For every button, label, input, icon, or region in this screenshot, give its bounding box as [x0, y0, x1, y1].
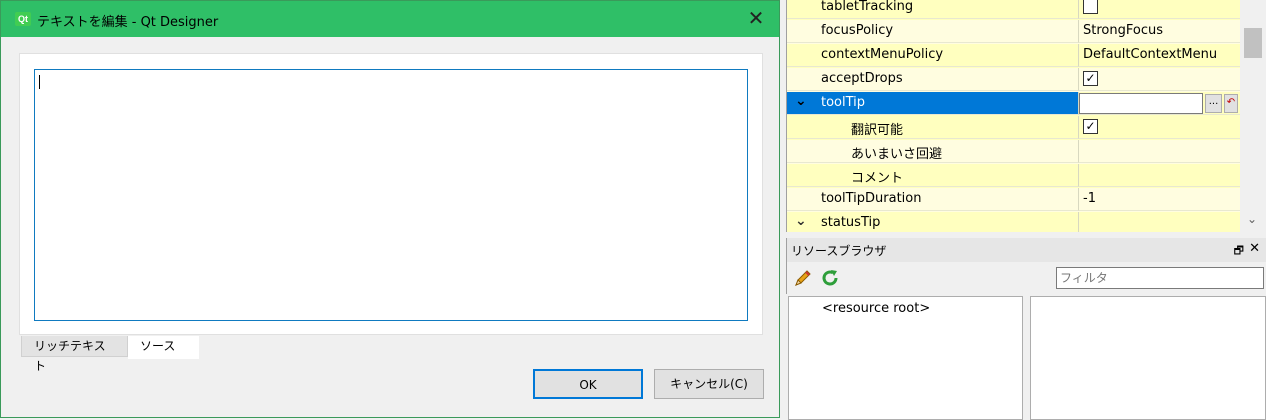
property-value: DefaultContextMenu [1083, 47, 1218, 62]
property-name-cell: コメント [787, 164, 1079, 187]
resource-browser-title: リソースブラウザ [791, 244, 887, 258]
property-value-cell: ✓ [1079, 68, 1241, 91]
text-editor[interactable] [34, 69, 748, 321]
property-name: toolTipDuration [821, 191, 922, 206]
edit-text-dialog: Qt テキストを編集 - Qt Designer ✕ リッチテキスト ソース O… [0, 0, 780, 418]
property-name-cell: ⌄ toolTip [787, 92, 1079, 115]
property-name: statusTip [821, 215, 881, 230]
property-name-cell: toolTipDuration [787, 188, 1079, 211]
property-name: focusPolicy [821, 23, 894, 38]
property-name: コメント [851, 171, 904, 186]
tab-rich-text[interactable]: リッチテキスト [21, 336, 128, 373]
resource-tree[interactable]: <resource root> [788, 296, 1023, 420]
tooltip-input[interactable] [1079, 93, 1203, 114]
property-value: StrongFocus [1083, 23, 1163, 38]
property-value-cell[interactable] [1079, 164, 1241, 187]
property-row-disambiguation[interactable]: あいまいさ回避 [787, 140, 1241, 164]
float-icon[interactable]: 🗗 [1234, 242, 1244, 261]
property-value-cell[interactable] [1079, 140, 1241, 163]
chevron-down-icon[interactable]: ⌄ [795, 93, 807, 109]
resource-file-list[interactable] [1030, 296, 1266, 420]
property-row-acceptdrops[interactable]: acceptDrops ✓ [787, 68, 1241, 92]
property-value-cell[interactable]: DefaultContextMenu [1079, 44, 1241, 67]
dialog-title: テキストを編集 - Qt Designer [37, 15, 219, 30]
ok-button[interactable]: OK [533, 369, 643, 399]
property-value-cell: ✓ [1079, 116, 1241, 139]
property-row-tablettracking[interactable]: tabletTracking [787, 0, 1241, 20]
resource-root-item[interactable]: <resource root> [822, 301, 930, 316]
property-value-cell [1079, 0, 1241, 19]
property-name-cell: focusPolicy [787, 20, 1079, 43]
property-name: toolTip [821, 95, 866, 110]
tablettracking-checkbox[interactable] [1083, 0, 1098, 14]
reload-icon[interactable] [820, 268, 840, 288]
filter-input[interactable] [1056, 267, 1264, 289]
property-name-cell: contextMenuPolicy [787, 44, 1079, 67]
property-row-comment[interactable]: コメント [787, 164, 1241, 188]
property-value-cell[interactable] [1079, 212, 1241, 232]
acceptdrops-checkbox[interactable]: ✓ [1083, 71, 1098, 86]
close-icon[interactable]: ✕ [1249, 241, 1260, 256]
property-value: -1 [1083, 191, 1096, 206]
dialog-titlebar[interactable]: Qt テキストを編集 - Qt Designer ✕ [1, 1, 779, 37]
property-row-translatable[interactable]: 翻訳可能 ✓ [787, 116, 1241, 140]
close-icon[interactable]: ✕ [733, 1, 779, 37]
property-row-focuspolicy[interactable]: focusPolicy StrongFocus [787, 20, 1241, 44]
property-name: 翻訳可能 [851, 123, 904, 138]
chevron-down-icon[interactable]: ⌄ [795, 213, 807, 229]
qt-designer-icon: Qt [15, 12, 31, 26]
property-name: acceptDrops [821, 71, 903, 86]
property-scrollbar[interactable]: ⌄ [1240, 0, 1266, 232]
property-name-cell: acceptDrops [787, 68, 1079, 91]
scroll-down-icon[interactable]: ⌄ [1247, 212, 1257, 226]
translatable-checkbox[interactable]: ✓ [1083, 119, 1098, 134]
property-value-cell[interactable]: StrongFocus [1079, 20, 1241, 43]
property-editor: tabletTracking focusPolicy StrongFocus c… [786, 0, 1266, 232]
text-caret [39, 75, 40, 89]
property-row-tooltip[interactable]: ⌄ toolTip ... ↶ [787, 92, 1241, 116]
property-name: contextMenuPolicy [821, 47, 944, 62]
property-value-cell[interactable]: -1 [1079, 188, 1241, 211]
property-row-contextmenupolicy[interactable]: contextMenuPolicy DefaultContextMenu [787, 44, 1241, 68]
resource-browser-toolbar [786, 262, 1266, 294]
cancel-button[interactable]: キャンセル(C) [654, 369, 764, 399]
property-row-statustip[interactable]: ⌄ statusTip [787, 212, 1241, 232]
property-name-cell: tabletTracking [787, 0, 1079, 19]
more-button[interactable]: ... [1205, 94, 1222, 113]
pencil-icon[interactable] [793, 268, 813, 288]
reset-icon[interactable]: ↶ [1224, 94, 1238, 113]
property-name: あいまいさ回避 [851, 147, 943, 162]
property-value-cell: ... ↶ [1079, 92, 1241, 115]
property-name-cell: 翻訳可能 [787, 116, 1079, 139]
editor-frame [19, 53, 763, 335]
scrollbar-thumb[interactable] [1244, 28, 1262, 58]
tab-source[interactable]: ソース [128, 336, 199, 359]
property-name-cell: ⌄ statusTip [787, 212, 1079, 232]
property-name-cell: あいまいさ回避 [787, 140, 1079, 163]
resource-browser-header: リソースブラウザ 🗗 ✕ [786, 238, 1266, 262]
property-name: tabletTracking [821, 0, 914, 14]
property-row-tooltipduration[interactable]: toolTipDuration -1 [787, 188, 1241, 212]
